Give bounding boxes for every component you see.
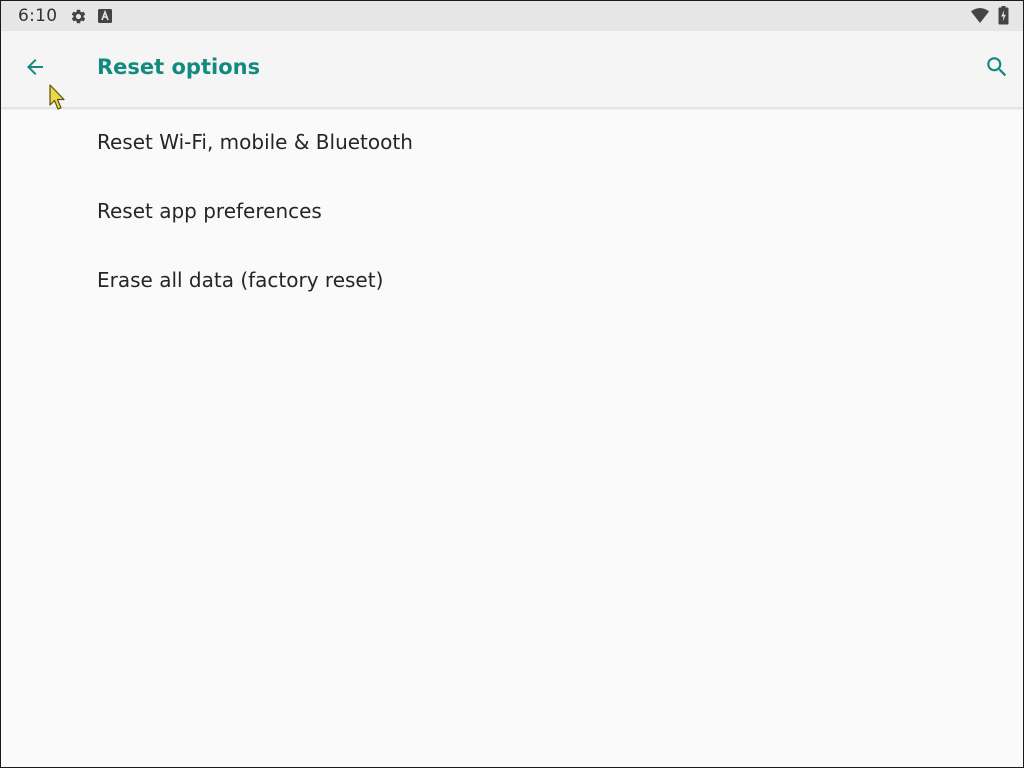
wifi-icon — [971, 8, 989, 23]
status-bar: 6:10 — [1, 1, 1023, 31]
a-icon — [98, 9, 112, 23]
option-label: Erase all data (factory reset) — [97, 268, 384, 292]
screen: 6:10 Reset options Reset Wi-Fi, mobile &… — [0, 0, 1024, 768]
option-reset-network[interactable]: Reset Wi-Fi, mobile & Bluetooth — [1, 108, 1023, 177]
battery-icon — [998, 6, 1009, 25]
search-button[interactable] — [977, 47, 1017, 87]
reset-options-list: Reset Wi-Fi, mobile & Bluetooth Reset ap… — [1, 108, 1023, 315]
option-label: Reset Wi-Fi, mobile & Bluetooth — [97, 130, 413, 154]
arrow-back-icon — [27, 59, 43, 75]
back-button[interactable] — [15, 47, 55, 87]
option-reset-app-preferences[interactable]: Reset app preferences — [1, 177, 1023, 246]
option-label: Reset app preferences — [97, 199, 322, 223]
search-icon — [987, 57, 1007, 77]
page-title: Reset options — [97, 55, 261, 79]
status-time: 6:10 — [18, 6, 58, 26]
app-bar: Reset options — [1, 31, 1023, 108]
option-factory-reset[interactable]: Erase all data (factory reset) — [1, 246, 1023, 315]
settings-icon — [71, 9, 86, 24]
